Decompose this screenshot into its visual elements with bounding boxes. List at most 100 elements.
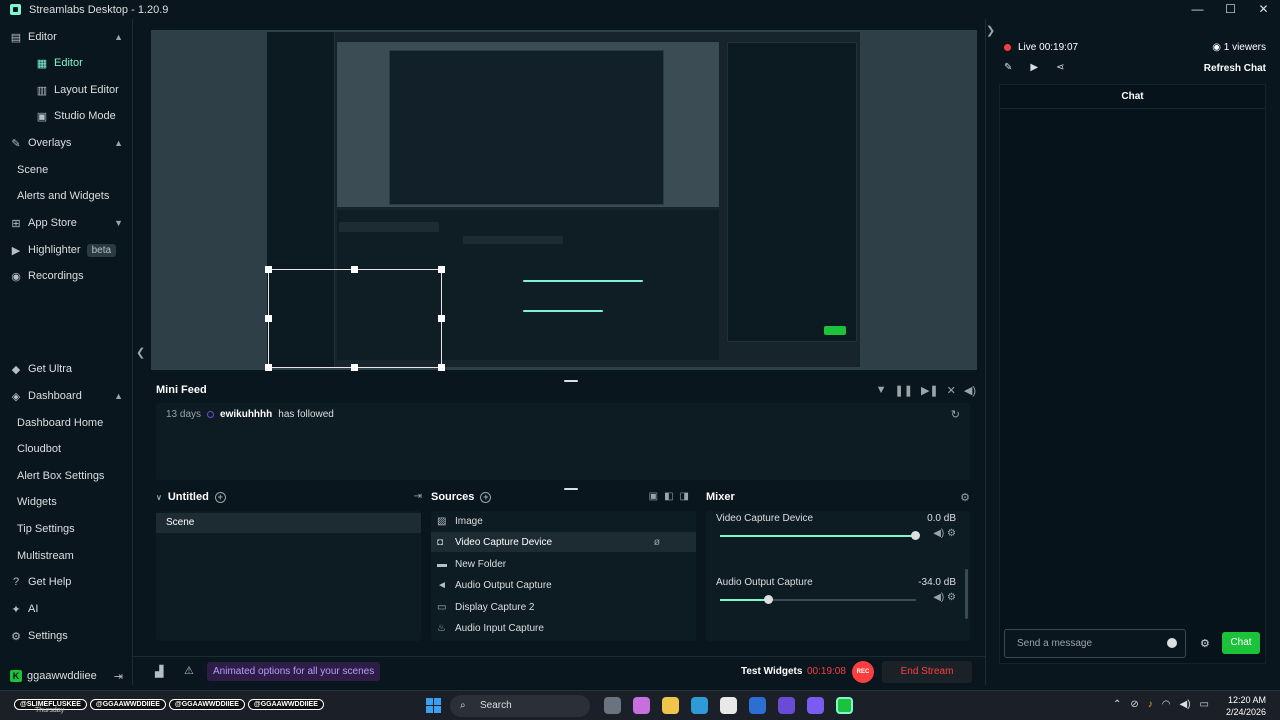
- emoji-icon[interactable]: [1167, 638, 1177, 648]
- sidebar-group-app-store[interactable]: ⊞ App Store ▼: [0, 210, 133, 236]
- chevron-down-icon[interactable]: ∨: [156, 493, 162, 502]
- system-tray: ⌃ ⊘ ♪ ◠ ◀) ▭: [1113, 699, 1209, 710]
- volume-slider[interactable]: [720, 595, 916, 604]
- camera-off-icon[interactable]: ⊘: [1130, 699, 1138, 710]
- source-item[interactable]: ▭ Display Capture 2: [431, 597, 696, 617]
- resize-handle[interactable]: [438, 315, 445, 322]
- chevron-up-icon[interactable]: ⌃: [1113, 699, 1121, 710]
- mixer-settings-icon[interactable]: ⚙: [960, 491, 970, 504]
- source-item[interactable]: ▨ Image: [431, 511, 696, 531]
- refresh-chat-button[interactable]: Refresh Chat: [1204, 63, 1266, 74]
- sidebar-item-alerts-widgets[interactable]: Alerts and Widgets: [0, 183, 133, 209]
- close-button[interactable]: ✕: [1247, 0, 1280, 19]
- alert-notification-icon[interactable]: ⚠: [184, 664, 194, 677]
- volume-knob[interactable]: [764, 595, 773, 604]
- source-item[interactable]: ◘ Video Capture Device ø: [431, 532, 696, 552]
- test-widgets-button[interactable]: Test Widgets: [741, 666, 802, 677]
- logout-icon[interactable]: ⇥: [114, 670, 123, 683]
- scene-transitions-icon[interactable]: ⇥: [414, 491, 422, 502]
- streamlabs-taskbar-icon[interactable]: [836, 697, 853, 714]
- mic-icon[interactable]: ♪: [1148, 699, 1153, 710]
- animated-options-banner[interactable]: Animated options for all your scenes: [207, 662, 381, 681]
- mixer-scrollbar[interactable]: [965, 569, 968, 619]
- sidebar-item-get-help[interactable]: ? Get Help: [0, 569, 133, 595]
- resize-handle[interactable]: [438, 364, 445, 371]
- preview-canvas-area[interactable]: [151, 30, 977, 371]
- sidebar-item-alert-box-settings[interactable]: Alert Box Settings: [0, 463, 133, 489]
- source-item[interactable]: ▬ New Folder: [431, 554, 696, 574]
- volume-icon[interactable]: ◀): [964, 384, 976, 397]
- skip-icon[interactable]: ▶❚: [921, 384, 939, 397]
- sidebar-item-studio-mode[interactable]: ▣ Studio Mode: [0, 103, 133, 129]
- chat-send-button[interactable]: Chat: [1222, 632, 1260, 654]
- sidebar-item-tip-settings[interactable]: Tip Settings: [0, 516, 133, 542]
- outlook-icon[interactable]: [749, 697, 766, 714]
- mute-alerts-icon[interactable]: ✕: [947, 384, 956, 397]
- channel-icons[interactable]: ◀) ⚙: [933, 592, 956, 603]
- filter-icon[interactable]: ▼: [876, 384, 887, 397]
- edge-icon[interactable]: [691, 697, 708, 714]
- resize-handle[interactable]: [438, 266, 445, 273]
- sidebar-item-highlighter[interactable]: ▶ Highlighter beta: [0, 237, 133, 263]
- sidebar-item-dashboard-home[interactable]: Dashboard Home: [0, 410, 133, 436]
- sidebar-item-settings[interactable]: ⚙ Settings: [0, 623, 133, 649]
- volume-knob[interactable]: [911, 531, 920, 540]
- sidebar-group-editor[interactable]: ▤ Editor ▲: [0, 24, 133, 50]
- repeat-alert-icon[interactable]: ↻: [951, 408, 960, 421]
- resize-handle[interactable]: [265, 315, 272, 322]
- sidebar-item-widgets[interactable]: Widgets: [0, 489, 133, 515]
- feed-event[interactable]: 13 days ewikuhhhh has followed: [166, 409, 334, 420]
- sidebar-item-layout-editor[interactable]: ▥ Layout Editor: [0, 77, 133, 103]
- taskbar-clock[interactable]: 12:20 AM 2/24/2026: [1226, 694, 1266, 718]
- maximize-button[interactable]: ☐: [1214, 0, 1247, 19]
- chevron-right-icon[interactable]: ❯: [986, 24, 995, 37]
- resize-handle[interactable]: [265, 364, 272, 371]
- selection-box[interactable]: [268, 269, 442, 368]
- performance-icon[interactable]: ▟: [155, 665, 163, 678]
- camera-icon[interactable]: ▶: [1030, 62, 1038, 73]
- scene-collection-name[interactable]: Untitled: [168, 491, 209, 503]
- sidebar-item-recordings[interactable]: ◉ Recordings: [0, 263, 133, 289]
- source-item[interactable]: ♨ Audio Input Capture: [431, 618, 696, 638]
- sidebar-item-ai[interactable]: ✦ AI: [0, 596, 133, 622]
- edit-stream-icon[interactable]: ✎: [1004, 62, 1012, 73]
- source-item[interactable]: ◄ Audio Output Capture: [431, 575, 696, 595]
- taskbar-search[interactable]: ⌕ Search: [450, 695, 590, 717]
- add-scene-icon[interactable]: +: [214, 491, 226, 503]
- record-button[interactable]: REC: [852, 661, 874, 683]
- visibility-hidden-icon[interactable]: ø: [654, 537, 660, 548]
- battery-icon[interactable]: ▭: [1200, 699, 1209, 710]
- wifi-icon[interactable]: ◠: [1162, 699, 1171, 710]
- chat-message-input[interactable]: Send a message: [1004, 629, 1186, 658]
- sources-tools[interactable]: ▣◧◨: [649, 491, 695, 502]
- pause-icon[interactable]: ❚❚: [895, 384, 913, 397]
- sidebar-item-scene[interactable]: Scene: [0, 157, 133, 183]
- chat-settings-icon[interactable]: ⚙: [1200, 637, 1210, 650]
- volume-icon[interactable]: ◀): [1180, 699, 1191, 710]
- sidebar-item-multistream[interactable]: Multistream: [0, 543, 133, 569]
- scene-item[interactable]: Scene: [156, 513, 421, 533]
- windows-start-icon[interactable]: [426, 698, 441, 713]
- sidebar-group-dashboard[interactable]: ◈ Dashboard ▲: [0, 383, 133, 409]
- sidebar-item-get-ultra[interactable]: ◆ Get Ultra: [0, 356, 133, 382]
- user-account[interactable]: K ggaawwddiiee ⇥: [0, 666, 133, 686]
- sidebar-group-overlays[interactable]: ✎ Overlays ▲: [0, 130, 133, 156]
- resize-handle[interactable]: [265, 266, 272, 273]
- add-source-icon[interactable]: +: [480, 491, 492, 503]
- sidebar-item-cloudbot[interactable]: Cloudbot: [0, 436, 133, 462]
- app-icon[interactable]: [807, 697, 824, 714]
- app-icon[interactable]: [778, 697, 795, 714]
- minimize-button[interactable]: —: [1181, 0, 1214, 19]
- task-view-icon[interactable]: [604, 697, 621, 714]
- file-explorer-icon[interactable]: [662, 697, 679, 714]
- store-icon[interactable]: [720, 697, 737, 714]
- resize-handle[interactable]: [351, 364, 358, 371]
- volume-slider[interactable]: [720, 531, 920, 540]
- channel-icons[interactable]: ◀) ⚙: [933, 528, 956, 539]
- resize-handle[interactable]: [351, 266, 358, 273]
- end-stream-button[interactable]: End Stream: [882, 661, 972, 683]
- sidebar-item-editor[interactable]: ▦ Editor: [0, 50, 133, 76]
- chevron-left-icon[interactable]: ❮: [136, 346, 145, 359]
- share-icon[interactable]: ⋖: [1056, 62, 1064, 73]
- copilot-icon[interactable]: [633, 697, 650, 714]
